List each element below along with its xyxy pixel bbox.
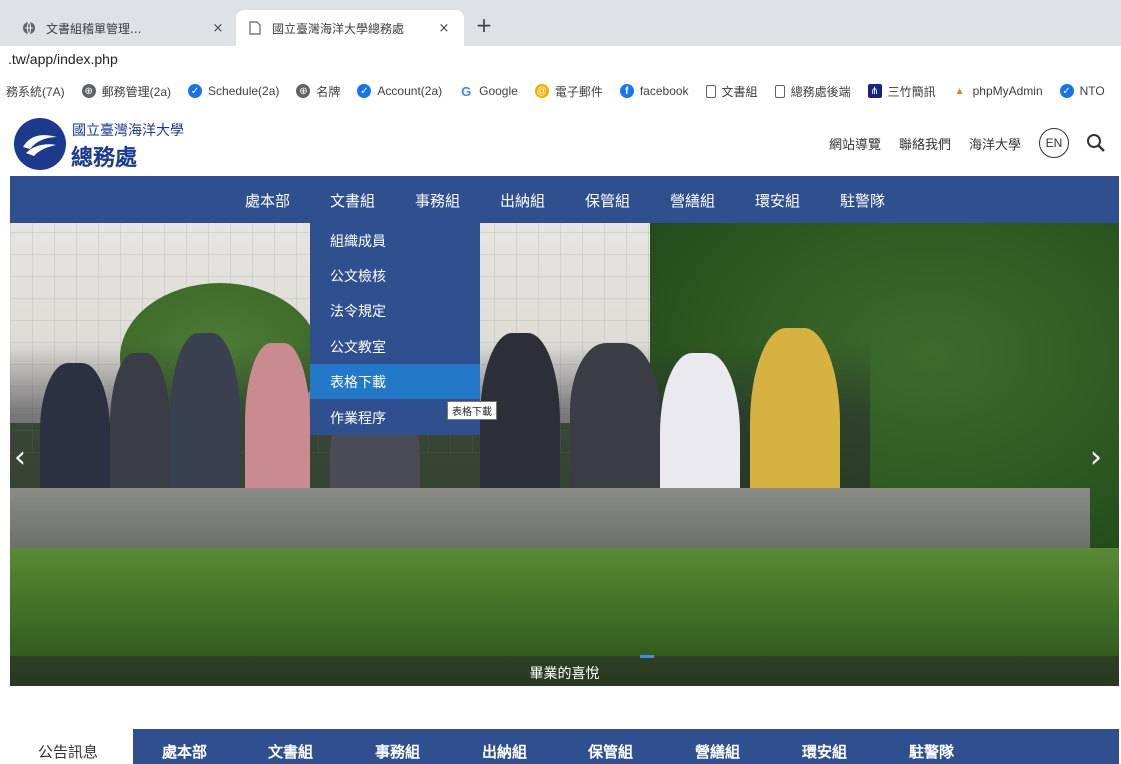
bookmark-label: phpMyAdmin	[972, 84, 1043, 98]
bookmarks-bar: 務系統(7A) ⊕ 郵務管理(2a) ✓ Schedule(2a) ⊕ 名牌 ✓ Acc…	[0, 76, 1121, 106]
news-tab[interactable]: 處本部	[162, 741, 207, 762]
bookmark-item[interactable]: 文書組	[705, 83, 758, 100]
bookmark-label: Account(2a)	[377, 84, 443, 98]
bookmark-item[interactable]: 務系統(7A)	[6, 83, 65, 100]
page-icon	[248, 21, 262, 35]
bookmark-item[interactable]: ✓ Account(2a)	[357, 84, 442, 98]
globe-icon: ⊕	[81, 84, 96, 98]
news-tab[interactable]: 文書組	[268, 741, 313, 762]
tree-icon: ⋔	[867, 84, 882, 98]
dropdown-item[interactable]: 組織成員	[310, 223, 480, 258]
news-tab[interactable]: 駐警隊	[909, 741, 954, 762]
nav-item[interactable]: 文書組	[330, 190, 375, 211]
nav-item[interactable]: 出納組	[500, 190, 545, 211]
news-tab[interactable]: 保管組	[588, 741, 633, 762]
next-arrow-icon[interactable]: ›	[1090, 440, 1102, 475]
site-header: 國立臺灣海洋大學 總務處 網站導覽 聯絡我們 海洋大學 EN	[0, 108, 1121, 176]
page-icon	[774, 84, 785, 98]
hero-wall	[10, 488, 1090, 548]
close-icon[interactable]: ×	[436, 21, 452, 36]
main-nav: 處本部 文書組 事務組 出納組 保管組 營繕組 環安組 駐警隊	[10, 176, 1119, 223]
bookmark-item[interactable]: ⊕ 郵務管理(2a)	[81, 83, 172, 100]
page-icon	[705, 84, 716, 98]
browser-tab-strip: 文書組稽單管理... × 國立臺灣海洋大學總務處 × +	[0, 0, 1121, 46]
check-icon: ✓	[188, 84, 203, 98]
utility-links: 網站導覽 聯絡我們 海洋大學 EN	[811, 128, 1107, 158]
phpmyadmin-icon: ▲	[954, 85, 965, 97]
nav-item[interactable]: 營繕組	[670, 190, 715, 211]
close-icon[interactable]: ×	[210, 21, 226, 36]
news-tab[interactable]: 環安組	[802, 741, 847, 762]
bookmark-label: Google	[479, 84, 518, 98]
bookmark-label: 郵務管理(2a)	[101, 84, 172, 99]
prev-arrow-icon[interactable]: ‹	[14, 440, 26, 475]
url-text[interactable]: .tw/app/index.php	[8, 51, 118, 67]
bookmark-label: 務系統(7A)	[6, 84, 65, 99]
address-bar[interactable]: .tw/app/index.php	[0, 46, 1121, 74]
search-icon[interactable]	[1085, 132, 1107, 154]
news-tab[interactable]: 營繕組	[695, 741, 740, 762]
contact-link[interactable]: 聯絡我們	[899, 134, 951, 153]
bookmark-label: 電子郵件	[554, 84, 603, 99]
slide-caption: 畢業的喜悅	[529, 666, 600, 682]
university-name[interactable]: 國立臺灣海洋大學	[72, 120, 184, 140]
language-button[interactable]: EN	[1039, 128, 1069, 158]
browser-tab-active[interactable]: 國立臺灣海洋大學總務處 ×	[236, 10, 464, 46]
globe-icon: ⊕	[296, 84, 311, 98]
google-icon: G	[461, 83, 472, 99]
news-tab[interactable]: 事務組	[375, 741, 420, 762]
nav-item[interactable]: 處本部	[245, 190, 290, 211]
tooltip: 表格下載	[447, 401, 497, 420]
dropdown-item[interactable]: 公文檢核	[310, 258, 480, 293]
bookmark-item[interactable]: G Google	[459, 83, 518, 99]
slide-indicator[interactable]	[640, 655, 654, 658]
dropdown-item[interactable]: 公文教室	[310, 329, 480, 364]
bookmark-item[interactable]: ⋔ 三竹簡訊	[867, 83, 936, 100]
bookmark-item[interactable]: ✓ Schedule(2a)	[188, 84, 279, 98]
bookmark-label: facebook	[639, 84, 689, 98]
check-icon: ✓	[1059, 84, 1074, 98]
hero-slideshow[interactable]	[10, 223, 1119, 686]
bookmark-label: 三竹簡訊	[887, 84, 936, 99]
bookmark-item[interactable]: ▲ phpMyAdmin	[953, 84, 1043, 98]
mail-icon: @	[534, 84, 549, 98]
nav-item[interactable]: 駐警隊	[840, 190, 885, 211]
facebook-icon: f	[619, 84, 634, 98]
check-icon: ✓	[357, 84, 372, 98]
globe-icon	[22, 21, 36, 35]
tab-title: 國立臺灣海洋大學總務處	[272, 21, 405, 36]
bookmark-item[interactable]: f facebook	[619, 84, 689, 98]
bookmark-label: Schedule(2a)	[208, 84, 280, 98]
bookmark-item[interactable]: ⊕ 名牌	[296, 83, 340, 100]
dropdown-item[interactable]: 法令規定	[310, 293, 480, 328]
browser-tab[interactable]: 文書組稽單管理... ×	[10, 10, 238, 46]
bookmark-label: NTO	[1079, 84, 1105, 98]
news-label[interactable]: 公告訊息	[38, 741, 98, 762]
news-tab-bar: 處本部 文書組 事務組 出納組 保管組 營繕組 環安組 駐警隊	[133, 729, 1119, 764]
nav-item[interactable]: 保管組	[585, 190, 630, 211]
dropdown-item-hovered[interactable]: 表格下載	[310, 364, 480, 399]
nav-item[interactable]: 環安組	[755, 190, 800, 211]
logo-icon[interactable]	[14, 118, 66, 170]
bookmark-item[interactable]: ✓ NTO	[1059, 84, 1105, 98]
university-link[interactable]: 海洋大學	[969, 134, 1021, 153]
bookmark-label: 文書組	[721, 84, 758, 99]
sitemap-link[interactable]: 網站導覽	[829, 134, 881, 153]
nav-item[interactable]: 事務組	[415, 190, 460, 211]
bookmark-item[interactable]: 總務處後端	[774, 83, 851, 100]
caption-bar: 畢業的喜悅	[10, 655, 1119, 686]
bookmark-item[interactable]: @ 電子郵件	[534, 83, 603, 100]
new-tab-button[interactable]: +	[472, 14, 496, 38]
office-name[interactable]: 總務處	[71, 140, 137, 172]
tab-title: 文書組稽單管理...	[46, 21, 142, 36]
bookmark-label: 名牌	[316, 84, 341, 99]
news-tab[interactable]: 出納組	[482, 741, 527, 762]
bookmark-label: 總務處後端	[790, 84, 851, 99]
